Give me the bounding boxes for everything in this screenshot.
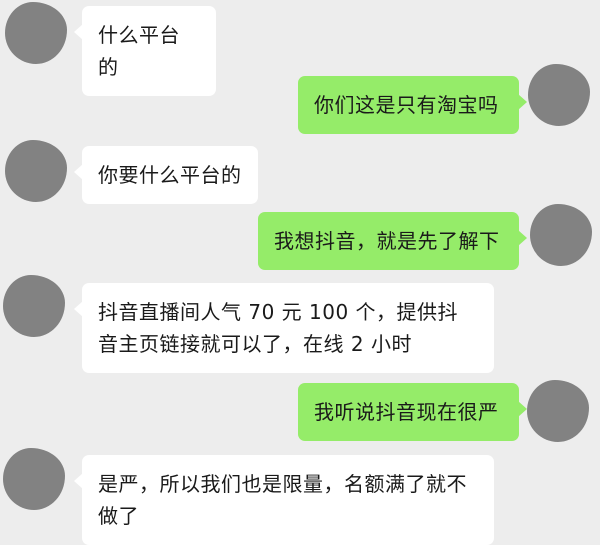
own-avatar-blurred[interactable] [528, 64, 590, 126]
message-text: 你要什么平台的 [98, 163, 242, 187]
contact-avatar-blurred[interactable] [5, 140, 67, 202]
contact-avatar-blurred[interactable] [3, 448, 65, 510]
message-text: 是严，所以我们也是限量，名额满了就不做了 [98, 472, 467, 528]
own-avatar-blurred[interactable] [527, 380, 589, 442]
message-bubble-incoming[interactable]: 抖音直播间人气 70 元 100 个，提供抖音主页链接就可以了，在线 2 小时 [74, 283, 494, 373]
message-bubble-outgoing[interactable]: 你们这是只有淘宝吗 [298, 76, 527, 134]
message-text: 我想抖音，就是先了解下 [274, 229, 500, 253]
message-text: 我听说抖音现在很严 [314, 400, 499, 424]
message-text: 什么平台的 [98, 23, 180, 79]
contact-avatar-blurred[interactable] [5, 2, 67, 64]
message-text: 抖音直播间人气 70 元 100 个，提供抖音主页链接就可以了，在线 2 小时 [98, 300, 459, 356]
message-bubble-incoming[interactable]: 是严，所以我们也是限量，名额满了就不做了 [74, 455, 494, 545]
message-bubble-outgoing[interactable]: 我听说抖音现在很严 [298, 383, 527, 441]
contact-avatar-blurred[interactable] [3, 275, 65, 337]
message-bubble-incoming[interactable]: 你要什么平台的 [74, 146, 258, 204]
own-avatar-blurred[interactable] [530, 204, 592, 266]
chat-conversation: 什么平台的 你们这是只有淘宝吗 你要什么平台的 我想抖音，就是先了解下 抖音直播… [0, 0, 600, 545]
message-bubble-incoming[interactable]: 什么平台的 [74, 6, 216, 96]
message-text: 你们这是只有淘宝吗 [314, 93, 499, 117]
message-bubble-outgoing[interactable]: 我想抖音，就是先了解下 [258, 212, 527, 270]
